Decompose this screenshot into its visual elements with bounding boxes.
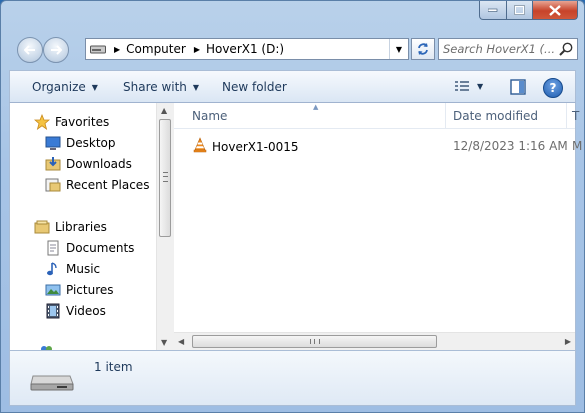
column-header-name[interactable]: Name [192,109,227,123]
file-row[interactable]: HoverX1-0015 [192,137,299,156]
file-date-modified: 12/8/2023 1:16 AM [453,139,568,153]
maximize-button[interactable] [507,1,533,20]
vlc-cone-icon [192,137,208,156]
sidebar-item-pictures[interactable]: Pictures [45,282,114,298]
sidebar-item-homegroup-partial[interactable] [38,343,59,350]
sidebar-item-libraries[interactable]: Libraries [34,219,107,235]
sidebar-item-label: Pictures [66,283,114,297]
breadcrumb-drive[interactable]: HoverX1 (D:) [206,42,284,56]
file-type-truncated: M [572,139,583,153]
sort-ascending-icon: ▲ [313,103,319,111]
scroll-right-arrow-icon[interactable]: ▶ [565,337,571,346]
sidebar-item-label: Favorites [55,115,110,129]
homegroup-icon [38,343,54,350]
scrollbar-thumb[interactable] [159,119,171,237]
scroll-up-arrow-icon[interactable]: ▲ [161,106,167,115]
sidebar-item-desktop[interactable]: Desktop [45,135,116,151]
downloads-icon [45,156,61,172]
details-pane: 1 item [9,350,576,406]
sidebar-item-label: Downloads [66,157,132,171]
share-with-button[interactable]: Share with ▼ [123,80,199,94]
navigation-pane-scrollbar[interactable]: ▲ ▼ [156,103,174,350]
search-icon [559,42,573,56]
search-placeholder: Search HoverX1 (... [443,42,556,56]
navigation-row: ▶ Computer ▶ HoverX1 (D:) ▼ Search Hover… [15,36,578,64]
column-divider[interactable] [445,103,446,128]
back-button[interactable] [17,37,43,63]
sidebar-item-downloads[interactable]: Downloads [45,156,132,172]
drive-icon [90,45,106,54]
sidebar-item-label: Music [66,262,101,276]
caption-buttons [479,1,578,20]
pictures-icon [45,282,61,298]
breadcrumb-separator[interactable]: ▶ [194,45,200,54]
sidebar-item-label: Videos [66,304,106,318]
preview-pane-icon [510,79,526,95]
file-list-pane: ▲ Name Date modified T HoverX1-0015 12/8… [174,103,582,351]
content-area: Favorites Desktop Downloads Recent Place… [9,103,582,351]
back-arrow-icon [24,45,35,55]
dropdown-arrow-icon: ▼ [477,81,484,91]
sidebar-item-label: Libraries [55,220,107,234]
file-name: HoverX1-0015 [212,139,299,154]
help-button[interactable]: ? [543,78,563,98]
recent-places-icon [45,177,61,193]
address-bar[interactable]: ▶ Computer ▶ HoverX1 (D:) ▼ [85,38,409,60]
videos-icon [45,303,61,319]
nav-buttons [15,36,75,64]
preview-pane-button[interactable] [510,79,526,98]
column-header-row: ▲ Name Date modified T [174,103,579,129]
navigation-pane: Favorites Desktop Downloads Recent Place… [10,103,155,350]
forward-button[interactable] [43,37,69,63]
refresh-button[interactable] [411,38,435,60]
column-header-type[interactable]: T [572,109,579,123]
dropdown-arrow-icon: ▼ [91,83,98,92]
new-folder-button[interactable]: New folder [222,80,287,94]
search-input[interactable]: Search HoverX1 (... [438,38,578,60]
column-header-date-modified[interactable]: Date modified [453,109,538,123]
sidebar-item-favorites[interactable]: Favorites [34,114,109,130]
explorer-window: ▶ Computer ▶ HoverX1 (D:) ▼ Search Hover… [0,0,585,413]
address-dropdown-button[interactable]: ▼ [389,39,408,59]
dropdown-arrow-icon: ▼ [192,83,200,92]
breadcrumb-separator[interactable]: ▶ [114,45,120,54]
scroll-down-arrow-icon[interactable]: ▼ [161,338,167,347]
sidebar-item-label: Documents [66,241,135,255]
view-list-icon [455,81,469,91]
column-divider[interactable] [566,103,567,128]
sidebar-item-videos[interactable]: Videos [45,303,106,319]
minimize-button[interactable] [479,1,507,20]
organize-label: Organize [32,80,86,94]
sidebar-item-documents[interactable]: Documents [45,240,134,256]
close-icon [549,4,561,16]
share-with-label: Share with [123,80,187,94]
horizontal-scrollbar[interactable]: ◀ ▶ [174,332,575,351]
star-icon [34,114,50,130]
item-count: 1 item [94,360,133,374]
desktop-icon [45,135,61,151]
sidebar-item-music[interactable]: Music [45,261,100,277]
breadcrumb-computer[interactable]: Computer [126,42,186,56]
music-icon [45,261,61,277]
sidebar-item-recent-places[interactable]: Recent Places [45,177,149,193]
sidebar-item-label: Desktop [66,136,116,150]
refresh-icon [418,43,428,55]
documents-icon [45,240,61,256]
libraries-icon [34,219,50,235]
forward-arrow-icon [51,45,62,55]
scrollbar-thumb[interactable] [192,335,437,348]
close-button[interactable] [533,1,578,20]
command-bar: Organize ▼ Share with ▼ New folder ▼ ? [9,70,576,103]
new-folder-label: New folder [222,80,287,94]
sidebar-item-label: Recent Places [66,178,150,192]
removable-drive-icon [30,375,74,391]
organize-button[interactable]: Organize ▼ [32,80,98,94]
scroll-left-arrow-icon[interactable]: ◀ [178,337,184,346]
change-view-button[interactable]: ▼ [454,79,483,93]
